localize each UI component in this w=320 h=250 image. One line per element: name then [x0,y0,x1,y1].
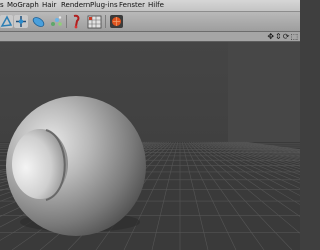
zoom-icon[interactable]: ⇕ [275,32,282,41]
keyframe-grid-icon[interactable] [87,14,102,29]
menu-item-fenster[interactable]: Fenster [119,0,145,10]
toolbar [0,12,300,32]
viewport-header: ✥ ⇕ ⟳ ⬚ [0,32,300,42]
pan-icon[interactable]: ✥ [267,32,274,41]
move-tool-icon[interactable] [14,14,29,29]
menu-item-hair[interactable]: Hair [42,0,56,10]
rotate-icon[interactable]: ⟳ [283,32,290,41]
menu-bar: s MoGraph Hair Rendern Plug-ins Fenster … [0,0,300,12]
3d-viewport[interactable] [0,42,300,250]
particles-icon[interactable] [49,14,64,29]
menu-item-hilfe[interactable]: Hilfe [148,0,164,10]
viewport-nav-icons: ✥ ⇕ ⟳ ⬚ [267,32,298,41]
render-icon[interactable] [109,14,124,29]
polygon-pen-icon[interactable] [0,14,15,29]
viewport-scene [0,42,300,250]
menu-item-rendern[interactable]: Rendern [61,0,90,10]
capsule-icon[interactable] [31,14,46,29]
menu-item-mograph[interactable]: MoGraph [7,0,39,10]
menu-item-plugins[interactable]: Plug-ins [90,0,118,10]
toolbar-separator [105,15,106,28]
toolbar-separator [66,15,67,28]
maximize-icon[interactable]: ⬚ [290,32,298,41]
brush-icon[interactable] [69,14,84,29]
background-plane [228,42,300,154]
menu-item-partial[interactable]: s [0,0,4,10]
